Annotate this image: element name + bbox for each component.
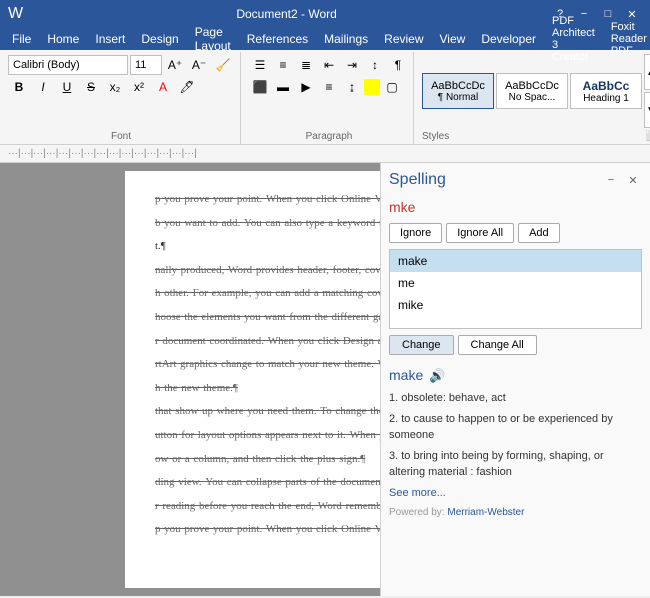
borders-button[interactable]: ▢ [381, 76, 403, 98]
line-spacing-button[interactable]: ↨ [341, 76, 363, 98]
see-more-row: See more... [389, 485, 642, 502]
styles-label: Styles [422, 131, 449, 142]
misspelled-word: mke [389, 199, 642, 215]
spelling-close-buttons: − ✕ [602, 171, 642, 189]
font-size-input[interactable] [130, 55, 162, 75]
menu-design[interactable]: Design [133, 28, 186, 50]
style-normal[interactable]: AaBbCcDc ¶ Normal [422, 73, 494, 109]
font-label: Font [8, 131, 234, 142]
suggestions-list: make me mike [389, 249, 642, 329]
align-left-button[interactable]: ⬛ [249, 76, 271, 98]
spelling-title: Spelling [389, 171, 446, 189]
highlight-button[interactable]: 🖊 [176, 76, 198, 98]
styles-boxes: AaBbCcDc ¶ Normal AaBbCcDc No Spac... Aa… [422, 54, 650, 128]
clear-format-button[interactable]: 🧹 [212, 54, 234, 76]
menu-view[interactable]: View [432, 28, 474, 50]
definition-item-1: 1. obsolete: behave, act [389, 390, 642, 407]
menu-page-layout[interactable]: Page Layout [187, 28, 239, 50]
underline-button[interactable]: U [56, 76, 78, 98]
bullets-button[interactable]: ☰ [249, 54, 271, 76]
paragraph-label: Paragraph [249, 131, 409, 142]
menu-references[interactable]: References [239, 28, 316, 50]
powered-by: Powered by: Merriam-Webster [389, 505, 642, 520]
style-nospace[interactable]: AaBbCcDc No Spac... [496, 73, 568, 109]
indent-decrease-button[interactable]: ⇤ [318, 54, 340, 76]
ruler: ···|···|···|···|···|···|···|···|···|···|… [0, 145, 650, 163]
merriam-webster-link[interactable]: Merriam-Webster [447, 507, 524, 518]
styles-group: AaBbCcDc ¶ Normal AaBbCcDc No Spac... Aa… [418, 52, 650, 144]
para-row1: ☰ ≡ ≣ ⇤ ⇥ ↕ ¶ [249, 54, 409, 76]
font-row1: A⁺ A⁻ 🧹 [8, 54, 234, 76]
para-row2: ⬛ ▬ ▶ ≡ ↨ ▢ [249, 76, 409, 98]
align-center-button[interactable]: ▬ [272, 76, 294, 98]
change-buttons: Change Change All [389, 335, 642, 355]
shading-button[interactable] [364, 79, 380, 95]
spelling-close-button[interactable]: ✕ [624, 171, 642, 189]
italic-button[interactable]: I [32, 76, 54, 98]
spelling-header: Spelling − ✕ [389, 171, 642, 189]
add-button[interactable]: Add [518, 223, 560, 243]
font-color-button[interactable]: A [152, 76, 174, 98]
definition-word: make [389, 365, 423, 386]
ribbon-content: A⁺ A⁻ 🧹 B I U S x₂ x² A 🖊 Font ☰ ≡ ≣ [0, 50, 650, 144]
definition-item-3: 3. to bring into being by forming, shapi… [389, 448, 642, 481]
font-name-input[interactable] [8, 55, 128, 75]
numbering-button[interactable]: ≡ [272, 54, 294, 76]
menu-home[interactable]: Home [39, 28, 87, 50]
suggestion-me[interactable]: me [390, 272, 641, 294]
font-row2: B I U S x₂ x² A 🖊 [8, 76, 234, 98]
menu-bar: File Home Insert Design Page Layout Refe… [0, 28, 650, 50]
speaker-icon[interactable]: 🔊 [429, 366, 445, 386]
show-marks-button[interactable]: ¶ [387, 54, 409, 76]
ruler-content: ···|···|···|···|···|···|···|···|···|···|… [8, 148, 197, 159]
styles-scroll-down[interactable]: ▼ [644, 92, 650, 128]
change-button[interactable]: Change [389, 335, 454, 355]
style-heading1[interactable]: AaBbCc Heading 1 [570, 73, 642, 109]
action-buttons: Ignore Ignore All Add [389, 223, 642, 243]
main-area: p·you·prove·your·point.·When·you·click·O… [0, 163, 650, 596]
indent-increase-button[interactable]: ⇥ [341, 54, 363, 76]
styles-expand-icon[interactable]: ⬜ [646, 131, 650, 142]
definition-word-row: make 🔊 [389, 365, 642, 386]
menu-insert[interactable]: Insert [87, 28, 133, 50]
menu-file[interactable]: File [4, 28, 39, 50]
definition-item-2: 2. to cause to happen to or be experienc… [389, 411, 642, 444]
bold-button[interactable]: B [8, 76, 30, 98]
suggestion-mike[interactable]: mike [390, 294, 641, 316]
see-more-link[interactable]: See more... [389, 487, 446, 499]
ignore-button[interactable]: Ignore [389, 223, 442, 243]
ignore-all-button[interactable]: Ignore All [446, 223, 514, 243]
change-all-button[interactable]: Change All [458, 335, 537, 355]
suggestion-make[interactable]: make [390, 250, 641, 272]
multilevel-button[interactable]: ≣ [295, 54, 317, 76]
styles-scroll-arrows: ▲ ▼ [644, 54, 650, 128]
menu-mailings[interactable]: Mailings [316, 28, 376, 50]
ribbon: A⁺ A⁻ 🧹 B I U S x₂ x² A 🖊 Font ☰ ≡ ≣ [0, 50, 650, 145]
styles-scroll-up[interactable]: ▲ [644, 54, 650, 90]
menu-review[interactable]: Review [376, 28, 431, 50]
align-right-button[interactable]: ▶ [295, 76, 317, 98]
superscript-button[interactable]: x² [128, 76, 150, 98]
styles-bottom: Styles ⬜ [422, 131, 650, 142]
grow-font-button[interactable]: A⁺ [164, 54, 186, 76]
window-title: Document2 - Word [23, 7, 550, 21]
shrink-font-button[interactable]: A⁻ [188, 54, 210, 76]
strikethrough-button[interactable]: S [80, 76, 102, 98]
menu-foxit[interactable]: Foxit Reader PDF [603, 28, 650, 50]
menu-pdf-architect[interactable]: PDF Architect 3 Creator [544, 28, 603, 50]
font-group: A⁺ A⁻ 🧹 B I U S x₂ x² A 🖊 Font [2, 52, 241, 144]
spelling-collapse-button[interactable]: − [602, 171, 620, 189]
justify-button[interactable]: ≡ [318, 76, 340, 98]
paragraph-group: ☰ ≡ ≣ ⇤ ⇥ ↕ ¶ ⬛ ▬ ▶ ≡ ↨ ▢ Paragraph [245, 52, 414, 144]
menu-developer[interactable]: Developer [473, 28, 544, 50]
word-icon: W [8, 5, 23, 23]
sort-button[interactable]: ↕ [364, 54, 386, 76]
spelling-panel: Spelling − ✕ mke Ignore Ignore All Add m… [380, 163, 650, 596]
subscript-button[interactable]: x₂ [104, 76, 126, 98]
definition-area: make 🔊 1. obsolete: behave, act 2. to ca… [389, 365, 642, 520]
